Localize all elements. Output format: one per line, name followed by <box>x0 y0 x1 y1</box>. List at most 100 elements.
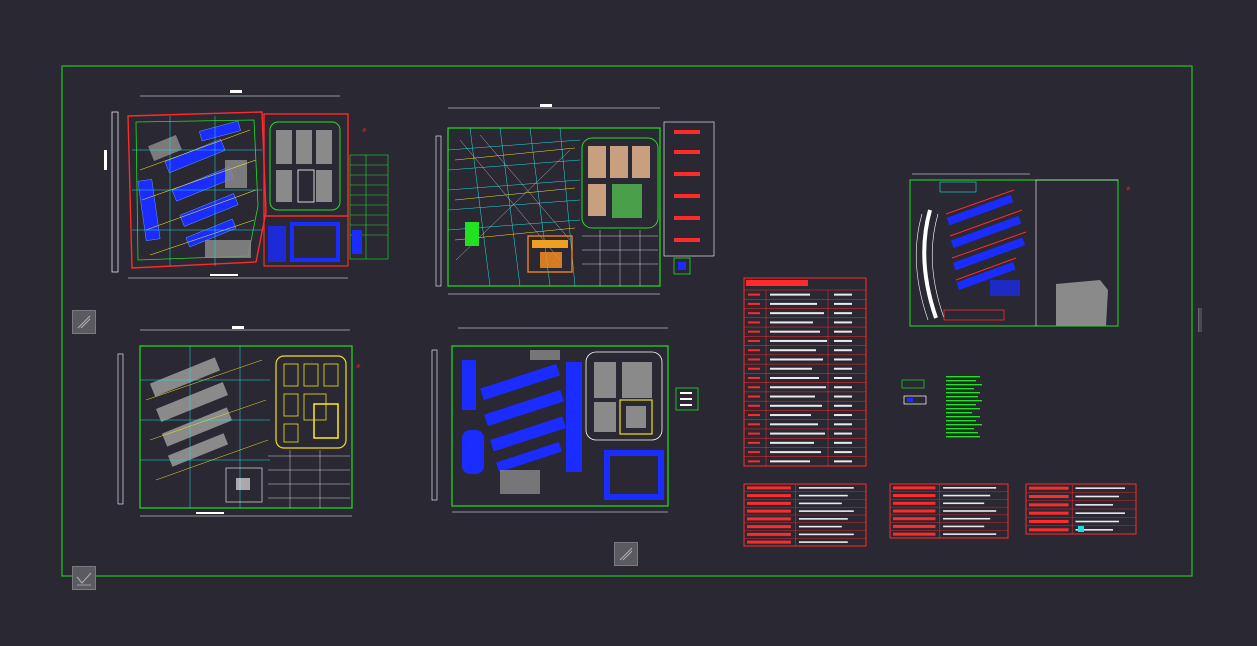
table-row <box>748 386 760 389</box>
table-row <box>834 414 852 417</box>
table-row <box>834 339 852 342</box>
table-row <box>770 349 816 352</box>
area-table-frame <box>743 277 867 467</box>
table-row <box>748 460 760 463</box>
table-row <box>834 377 852 379</box>
area-table[interactable] <box>743 277 867 467</box>
table-row <box>770 312 824 315</box>
legend-swatch <box>893 517 936 521</box>
table-row <box>770 330 820 333</box>
site-plan-1[interactable]: N <box>104 90 389 279</box>
table-row <box>770 377 819 379</box>
viewport-badge-icon[interactable] <box>72 310 96 334</box>
table-row <box>770 451 821 454</box>
vertical-scroll-handle[interactable] <box>1198 308 1202 332</box>
table-row <box>770 423 818 426</box>
legend-swatch <box>893 524 936 528</box>
table-row <box>748 312 760 315</box>
table-row <box>770 321 813 324</box>
legend-text <box>798 525 842 528</box>
legend-swatch <box>747 509 791 513</box>
table-row <box>748 302 760 305</box>
table-row <box>748 349 760 352</box>
ucs-icon[interactable] <box>72 566 96 590</box>
legend-swatch <box>1029 503 1069 507</box>
table-row <box>748 441 760 444</box>
table-row <box>834 330 852 333</box>
legend-marker <box>1078 526 1084 532</box>
legend-swatch <box>1029 520 1069 523</box>
table-row <box>770 414 811 417</box>
legend-text <box>1075 504 1113 506</box>
site-plan-3[interactable]: N <box>117 326 361 517</box>
table-row <box>748 293 760 296</box>
legend-text <box>943 510 997 512</box>
legend-swatch <box>1029 511 1069 515</box>
legend-tables[interactable] <box>743 483 1137 547</box>
svg-text:N: N <box>1124 186 1131 192</box>
legend-text <box>798 533 854 536</box>
table-row <box>748 321 760 324</box>
table-row <box>834 423 852 426</box>
legend-swatch <box>893 494 936 498</box>
table-row <box>770 404 822 407</box>
legend-text <box>798 510 854 512</box>
table-row <box>834 460 852 463</box>
table-row <box>748 451 760 454</box>
table-row <box>834 293 852 296</box>
legend-text <box>943 494 991 497</box>
table-row <box>834 432 852 435</box>
table-row <box>770 339 827 342</box>
svg-text:N: N <box>354 363 361 369</box>
table-row <box>770 395 815 398</box>
table-row <box>770 367 812 370</box>
viewport-badge-icon[interactable] <box>614 542 638 566</box>
legend-text <box>798 518 848 520</box>
table-row <box>834 349 852 352</box>
legend-swatch <box>747 525 791 529</box>
legend-text <box>943 487 997 489</box>
table-row <box>834 367 852 370</box>
legend-text <box>943 533 997 535</box>
table-row <box>770 460 810 463</box>
table-row <box>770 293 810 296</box>
table-row <box>834 321 852 324</box>
legend-swatch <box>1029 486 1069 490</box>
legend-swatch <box>747 517 791 521</box>
table-row <box>748 432 760 435</box>
legend-text <box>1075 487 1125 489</box>
area-table-title-bar <box>746 280 808 286</box>
table-row <box>834 451 852 454</box>
table-row <box>834 302 852 305</box>
site-plan-2[interactable] <box>435 104 715 295</box>
site-plan-5[interactable]: N <box>901 173 1131 438</box>
table-row <box>748 414 760 417</box>
table-row <box>834 312 852 315</box>
svg-text:N: N <box>360 127 367 133</box>
legend-swatch <box>893 509 936 513</box>
table-row <box>770 358 823 361</box>
table-row <box>834 395 852 398</box>
table-row <box>748 395 760 398</box>
table-row <box>834 404 852 407</box>
site-plan-4[interactable] <box>431 327 699 513</box>
table-row <box>748 423 760 426</box>
table-row <box>770 386 826 389</box>
legend-text <box>798 494 848 497</box>
table-row <box>748 339 760 342</box>
table-row <box>834 358 852 361</box>
legend-swatch <box>893 501 936 505</box>
cad-canvas[interactable]: N N N <box>0 0 1257 642</box>
legend-swatch <box>747 501 791 505</box>
legend-text <box>1075 520 1119 523</box>
legend-swatch <box>893 486 936 490</box>
table-row <box>770 302 817 305</box>
legend-swatch <box>1029 495 1069 498</box>
legend-swatch <box>893 532 936 536</box>
table-row <box>748 367 760 370</box>
legend-text <box>1075 512 1125 514</box>
table-row <box>748 377 760 379</box>
legend-text <box>943 517 991 520</box>
table-row <box>770 432 825 435</box>
legend-text <box>798 502 842 505</box>
